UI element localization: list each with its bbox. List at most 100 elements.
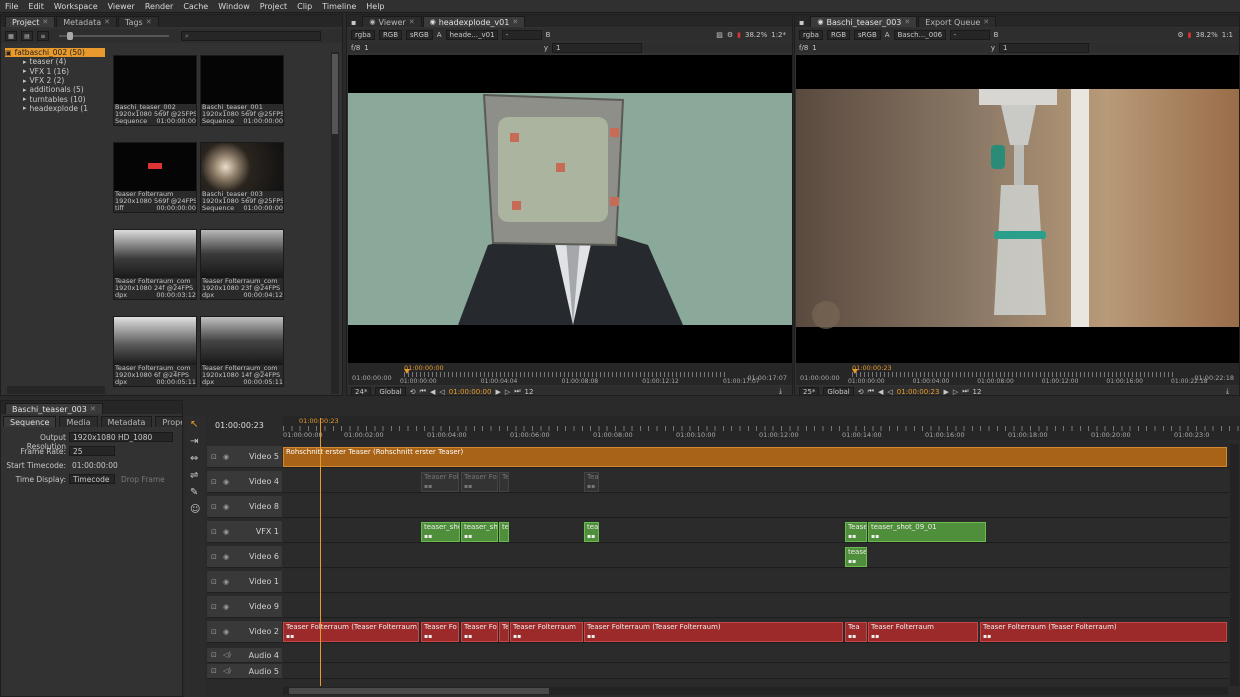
frame-field[interactable]: 1 xyxy=(812,44,816,52)
field-value[interactable]: 1920x1080 HD_1080 xyxy=(69,432,173,442)
speaker-icon[interactable]: ◁) xyxy=(223,667,231,675)
fstop-label[interactable]: f/8 xyxy=(799,44,808,52)
close-icon[interactable]: ✕ xyxy=(146,18,152,26)
lock-icon[interactable]: ⊡ xyxy=(211,667,217,675)
close-icon[interactable]: ✕ xyxy=(90,405,96,413)
tab-viewer[interactable]: ◉ headexplode_v01 ✕ xyxy=(422,16,526,27)
lock-icon[interactable]: ⊡ xyxy=(211,651,217,659)
menu-render[interactable]: Render xyxy=(140,2,178,11)
bin-item[interactable]: ▸ teaser (4) xyxy=(5,57,105,66)
goto-end-icon[interactable]: ⏭ xyxy=(514,387,520,395)
track-lane[interactable]: Teaser Fol ▪▪ Teaser Fol ▪▪ Te Tea ▪▪ xyxy=(283,471,1229,493)
track-header[interactable]: ⊡ ◉ Video 5 xyxy=(207,446,282,468)
zoom-readout[interactable]: 38.2% xyxy=(745,31,767,39)
speaker-icon[interactable]: ◁) xyxy=(223,651,231,659)
tree-scrollbar[interactable] xyxy=(7,386,105,394)
close-icon[interactable]: ✕ xyxy=(983,18,989,26)
channels-dropdown[interactable]: rgba xyxy=(799,29,823,40)
viewer-right-image[interactable] xyxy=(796,55,1239,363)
timeline-clip[interactable]: Te xyxy=(499,472,509,492)
clip-thumbnail[interactable]: Teaser Folterraum 1920x1080 569f @24FPS ti… xyxy=(113,142,197,213)
step-forward-icon[interactable]: ▷ xyxy=(505,388,510,396)
tab-viewer[interactable]: ◉ Viewer ✕ xyxy=(362,16,422,27)
play-back-icon[interactable]: ◁ xyxy=(439,388,444,396)
goto-start-icon[interactable]: ⏮ xyxy=(420,387,426,395)
step-forward-icon[interactable]: ▷ xyxy=(953,388,958,396)
timeline-v-scrollbar[interactable] xyxy=(1230,444,1239,686)
razor-tool-icon[interactable]: ⇥ xyxy=(190,436,198,447)
clip-mix-dropdown[interactable]: - xyxy=(949,29,990,40)
clip-thumbnail[interactable]: Teaser Folterraum_com 1920x1080 6f @24FPS… xyxy=(113,316,197,387)
export-icon[interactable]: ⤓ xyxy=(779,387,782,395)
current-tc[interactable]: 01:00:00:00 xyxy=(449,388,492,396)
lock-icon[interactable]: ⊡ xyxy=(211,503,217,511)
tab-viewer[interactable]: Export Queue ✕ xyxy=(918,16,997,27)
timeline-clip[interactable]: Teaser Folterraum (Teaser Folterraum) ▪▪ xyxy=(283,622,419,642)
loop-icon[interactable]: ⟲ xyxy=(410,388,416,396)
eye-icon[interactable]: ◉ xyxy=(223,553,229,561)
lock-icon[interactable]: ⊡ xyxy=(211,478,217,486)
track-lane[interactable]: Teaser Folterraum (Teaser Folterraum) ▪▪ T… xyxy=(283,621,1229,643)
record-icon[interactable]: ▮ xyxy=(737,31,741,39)
eye-icon[interactable]: ◉ xyxy=(223,503,229,511)
clip-thumbnail[interactable]: Teaser Folterraum_com 1920x1080 14f @24FP… xyxy=(200,316,284,387)
mode-dropdown[interactable]: Global xyxy=(375,386,406,395)
lock-icon[interactable]: ⊡ xyxy=(211,628,217,636)
track-lane[interactable] xyxy=(283,648,1229,663)
play-back-icon[interactable]: ◁ xyxy=(887,388,892,396)
menu-edit[interactable]: Edit xyxy=(23,2,49,11)
pen-tool-icon[interactable]: ✎ xyxy=(190,487,198,498)
eye-icon[interactable]: ◉ xyxy=(223,453,229,461)
y-field[interactable]: 1 xyxy=(999,42,1089,53)
timeline-clip[interactable]: Teaser Folterraum ▪▪ xyxy=(868,622,978,642)
hand-tool-icon[interactable]: ☺ xyxy=(190,504,200,515)
export-icon[interactable]: ⤓ xyxy=(1226,387,1229,395)
clip-thumbnail[interactable]: Teaser Folterraum_com 1920x1080 23f @24FP… xyxy=(200,229,284,300)
timeline-clip[interactable]: Tea ▪▪ xyxy=(584,472,599,492)
goto-end-icon[interactable]: ⏭ xyxy=(962,387,968,395)
menu-clip[interactable]: Clip xyxy=(292,2,317,11)
track-lane[interactable] xyxy=(283,571,1229,593)
current-tc[interactable]: 01:00:00:23 xyxy=(897,388,940,396)
step-back-icon[interactable]: ◀ xyxy=(878,388,883,396)
thumb-view-icon[interactable]: ▤ xyxy=(21,31,33,41)
lut-dropdown[interactable]: sRGB xyxy=(406,29,433,40)
track-header[interactable]: ⊡ ◉ Video 8 xyxy=(207,496,282,518)
y-field[interactable]: 1 xyxy=(552,42,642,53)
eye-icon[interactable]: ◉ xyxy=(223,578,229,586)
viewer-right-ruler[interactable]: 01:00:00:00 01:00:00:23 01:00:22:18 01:00:0… xyxy=(796,363,1239,385)
clip-thumbnail[interactable]: Baschi_teaser_001 1920x1080 569f @25FPS Se… xyxy=(200,55,284,126)
lut-dropdown[interactable]: sRGB xyxy=(854,29,881,40)
field-value[interactable]: 01:00:00:00 xyxy=(69,460,129,470)
fps-dropdown[interactable]: 25* xyxy=(799,386,820,395)
track-lane[interactable]: teaser ▪▪ xyxy=(283,546,1229,568)
zoom-readout[interactable]: 38.2% xyxy=(1195,31,1217,39)
record-icon[interactable]: ▮ xyxy=(1188,31,1192,39)
ratio-readout[interactable]: 1:1 xyxy=(1222,31,1233,39)
step-back-icon[interactable]: ◀ xyxy=(430,388,435,396)
bin-item[interactable]: ▸ turntables (10) xyxy=(5,94,105,104)
timeline-ruler[interactable]: 01:00:00:00 01:00:02:00 01:00:04:00 01:00:0… xyxy=(283,416,1240,440)
frame-field[interactable]: 1 xyxy=(364,44,368,52)
lock-icon[interactable]: ⊡ xyxy=(211,528,217,536)
viewer-left-image[interactable] xyxy=(348,55,792,363)
track-lane[interactable]: Rohschnitt erster Teaser (Rohschnitt ers… xyxy=(283,446,1229,468)
timeline-clip[interactable]: teaser_shot_09_01 ▪▪ xyxy=(868,522,986,542)
bin-item[interactable]: ▸ headexplode (1 xyxy=(5,104,105,113)
fstop-label[interactable]: f/8 xyxy=(351,44,360,52)
close-icon[interactable]: ✕ xyxy=(409,18,415,26)
track-header[interactable]: ⊡ ◁) Audio 5 xyxy=(207,664,282,679)
clip-thumbnail[interactable]: Teaser Folterraum_com 1920x1080 24f @24FP… xyxy=(113,229,197,300)
gear-icon[interactable]: ⚙ xyxy=(727,31,733,39)
step-field[interactable]: 12 xyxy=(525,388,534,396)
timeline-clip[interactable]: Teaser Fo ▪▪ xyxy=(461,622,498,642)
timeline-clip[interactable]: Teaser Folterraum (Teaser Folterraum) ▪▪ xyxy=(584,622,843,642)
menu-file[interactable]: File xyxy=(0,2,23,11)
track-header[interactable]: ⊡ ◁) Audio 4 xyxy=(207,648,282,663)
eye-icon[interactable]: ◉ xyxy=(223,628,229,636)
loop-icon[interactable]: ⟲ xyxy=(858,388,864,396)
tab-sequence[interactable]: Sequence xyxy=(3,416,57,427)
colorspace-dropdown[interactable]: RGB xyxy=(378,29,403,40)
menu-window[interactable]: Window xyxy=(213,2,255,11)
timeline-clip[interactable]: teaser_sho ▪▪ xyxy=(421,522,460,542)
